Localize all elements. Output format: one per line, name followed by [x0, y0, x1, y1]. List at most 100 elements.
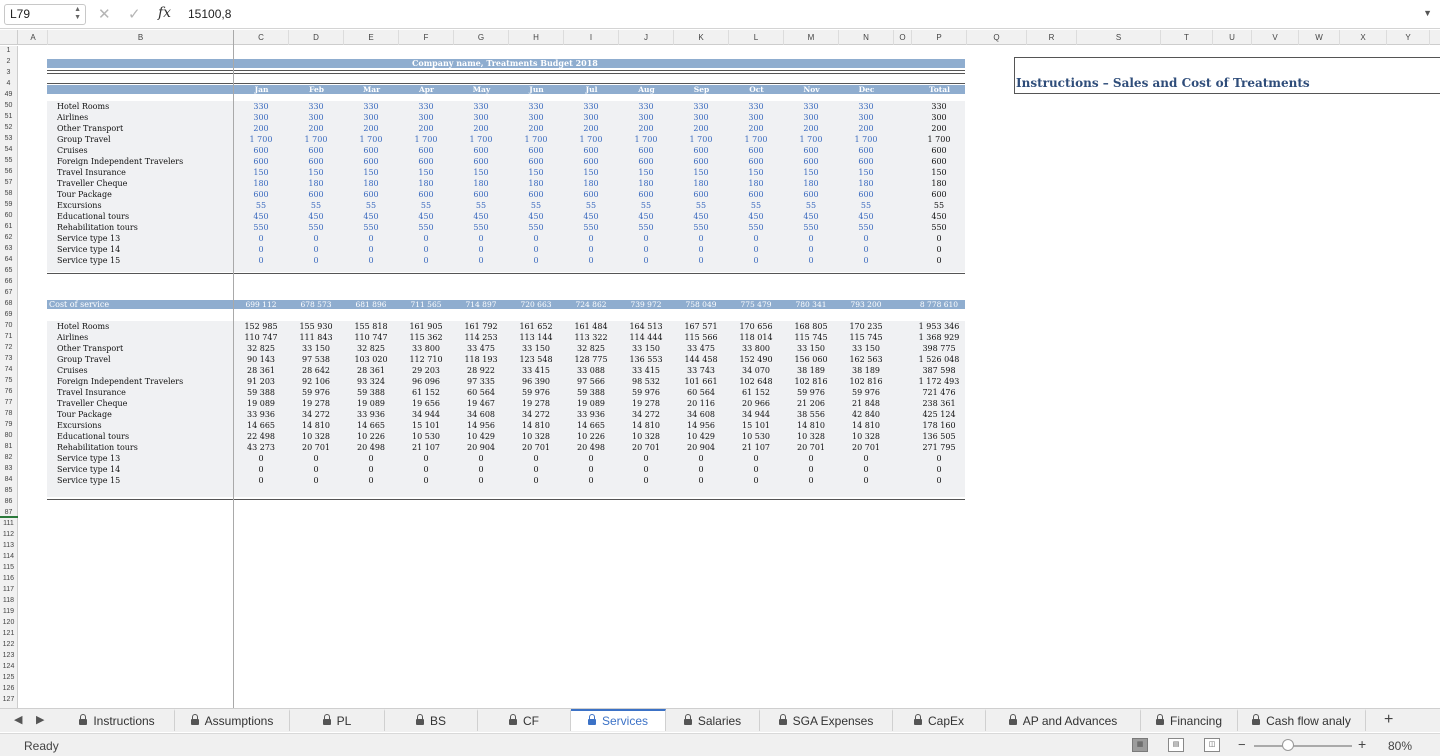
price-cell[interactable]: 55 [506, 200, 566, 211]
cost-cell[interactable]: 128 775 [561, 354, 621, 365]
price-cell[interactable]: 600 [396, 145, 456, 156]
cost-cell[interactable]: 14 665 [561, 420, 621, 431]
row-header-71[interactable]: 71 [0, 333, 17, 341]
price-cell[interactable]: 450 [616, 211, 676, 222]
price-cell[interactable]: 0 [616, 255, 676, 266]
price-cell[interactable]: 180 [231, 178, 291, 189]
cost-cell[interactable]: 19 278 [616, 398, 676, 409]
price-cell[interactable]: 450 [561, 211, 621, 222]
cost-cell[interactable]: 10 328 [506, 431, 566, 442]
price-cell[interactable]: 600 [561, 189, 621, 200]
cost-cell[interactable]: 0 [451, 475, 511, 486]
cost-cell[interactable]: 123 548 [506, 354, 566, 365]
price-cell[interactable]: 600 [671, 189, 731, 200]
cost-total-cell[interactable]: 720 663 [506, 300, 566, 309]
cost-cell[interactable]: 38 189 [781, 365, 841, 376]
cost-cell[interactable]: 59 388 [561, 387, 621, 398]
row-header-4[interactable]: 4 [0, 80, 17, 88]
price-cell[interactable]: 0 [451, 244, 511, 255]
price-cell[interactable]: 0 [286, 233, 346, 244]
cost-cell[interactable]: 0 [561, 453, 621, 464]
price-cell[interactable]: 0 [506, 233, 566, 244]
price-cell[interactable]: 600 [506, 189, 566, 200]
cost-cell[interactable]: 152 985 [231, 321, 291, 332]
price-cell[interactable]: 600 [341, 145, 401, 156]
price-cell[interactable]: 0 [671, 244, 731, 255]
cost-cell[interactable]: 101 661 [671, 376, 731, 387]
sheet-tab-capex[interactable]: CapEx [893, 709, 986, 731]
cost-cell[interactable]: 14 665 [231, 420, 291, 431]
row-header-3[interactable]: 3 [0, 69, 17, 77]
cost-cell[interactable]: 34 608 [671, 409, 731, 420]
cost-cell[interactable]: 19 467 [451, 398, 511, 409]
cost-total-cell[interactable]: 678 573 [286, 300, 346, 309]
cost-cell[interactable]: 178 160 [909, 420, 969, 431]
cost-cell[interactable]: 33 150 [781, 343, 841, 354]
column-header-m[interactable]: M [784, 30, 839, 45]
price-cell[interactable]: 600 [506, 156, 566, 167]
cost-cell[interactable]: 155 818 [341, 321, 401, 332]
cost-cell[interactable]: 19 278 [506, 398, 566, 409]
price-cell[interactable]: 600 [451, 156, 511, 167]
price-cell[interactable]: 600 [561, 145, 621, 156]
cost-cell[interactable]: 33 415 [616, 365, 676, 376]
cost-cell[interactable]: 0 [671, 475, 731, 486]
row-header-111[interactable]: 111 [0, 520, 17, 528]
price-cell[interactable]: 180 [506, 178, 566, 189]
cost-cell[interactable]: 19 278 [286, 398, 346, 409]
zoom-out-button[interactable]: − [1238, 737, 1246, 752]
price-cell[interactable]: 550 [396, 222, 456, 233]
column-header-c[interactable]: C [234, 30, 289, 45]
row-header-84[interactable]: 84 [0, 476, 17, 484]
cost-cell[interactable]: 112 710 [396, 354, 456, 365]
column-header-e[interactable]: E [344, 30, 399, 45]
cost-cell[interactable]: 34 272 [286, 409, 346, 420]
price-cell[interactable]: 300 [396, 112, 456, 123]
column-header-r[interactable]: R [1027, 30, 1077, 45]
price-cell[interactable]: 0 [396, 255, 456, 266]
price-cell[interactable]: 1 700 [231, 134, 291, 145]
price-cell[interactable]: 300 [451, 112, 511, 123]
price-cell[interactable]: 300 [231, 112, 291, 123]
row-header-75[interactable]: 75 [0, 377, 17, 385]
cost-cell[interactable]: 21 107 [726, 442, 786, 453]
cost-cell[interactable]: 0 [506, 464, 566, 475]
price-cell[interactable]: 600 [231, 156, 291, 167]
row-header-64[interactable]: 64 [0, 256, 17, 264]
cost-cell[interactable]: 152 490 [726, 354, 786, 365]
cost-cell[interactable]: 20 701 [836, 442, 896, 453]
cost-cell[interactable]: 425 124 [909, 409, 969, 420]
price-cell[interactable]: 330 [341, 101, 401, 112]
cost-cell[interactable]: 0 [286, 464, 346, 475]
next-sheet-icon[interactable]: ▶ [36, 713, 44, 726]
row-header-81[interactable]: 81 [0, 443, 17, 451]
formula-input[interactable]: 15100,8 [188, 7, 231, 21]
cost-cell[interactable]: 10 328 [286, 431, 346, 442]
cost-cell[interactable]: 33 088 [561, 365, 621, 376]
cost-cell[interactable]: 113 322 [561, 332, 621, 343]
price-cell[interactable]: 550 [231, 222, 291, 233]
cost-cell[interactable]: 34 272 [616, 409, 676, 420]
price-cell[interactable]: 150 [341, 167, 401, 178]
column-header-v[interactable]: V [1252, 30, 1299, 45]
price-cell[interactable]: 550 [909, 222, 969, 233]
price-cell[interactable]: 600 [286, 145, 346, 156]
price-cell[interactable]: 330 [616, 101, 676, 112]
column-header-o[interactable]: O [894, 30, 912, 45]
row-header-126[interactable]: 126 [0, 685, 17, 693]
cost-cell[interactable]: 0 [231, 464, 291, 475]
cost-cell[interactable]: 144 458 [671, 354, 731, 365]
column-header-u[interactable]: U [1213, 30, 1252, 45]
cost-cell[interactable]: 38 189 [836, 365, 896, 376]
price-cell[interactable]: 330 [396, 101, 456, 112]
price-cell[interactable]: 450 [396, 211, 456, 222]
cost-cell[interactable]: 19 089 [561, 398, 621, 409]
price-cell[interactable]: 200 [726, 123, 786, 134]
price-cell[interactable]: 55 [231, 200, 291, 211]
cost-cell[interactable]: 115 566 [671, 332, 731, 343]
price-cell[interactable]: 600 [286, 189, 346, 200]
price-cell[interactable]: 0 [506, 255, 566, 266]
cost-cell[interactable]: 28 361 [231, 365, 291, 376]
cost-cell[interactable]: 33 150 [506, 343, 566, 354]
price-cell[interactable]: 300 [836, 112, 896, 123]
